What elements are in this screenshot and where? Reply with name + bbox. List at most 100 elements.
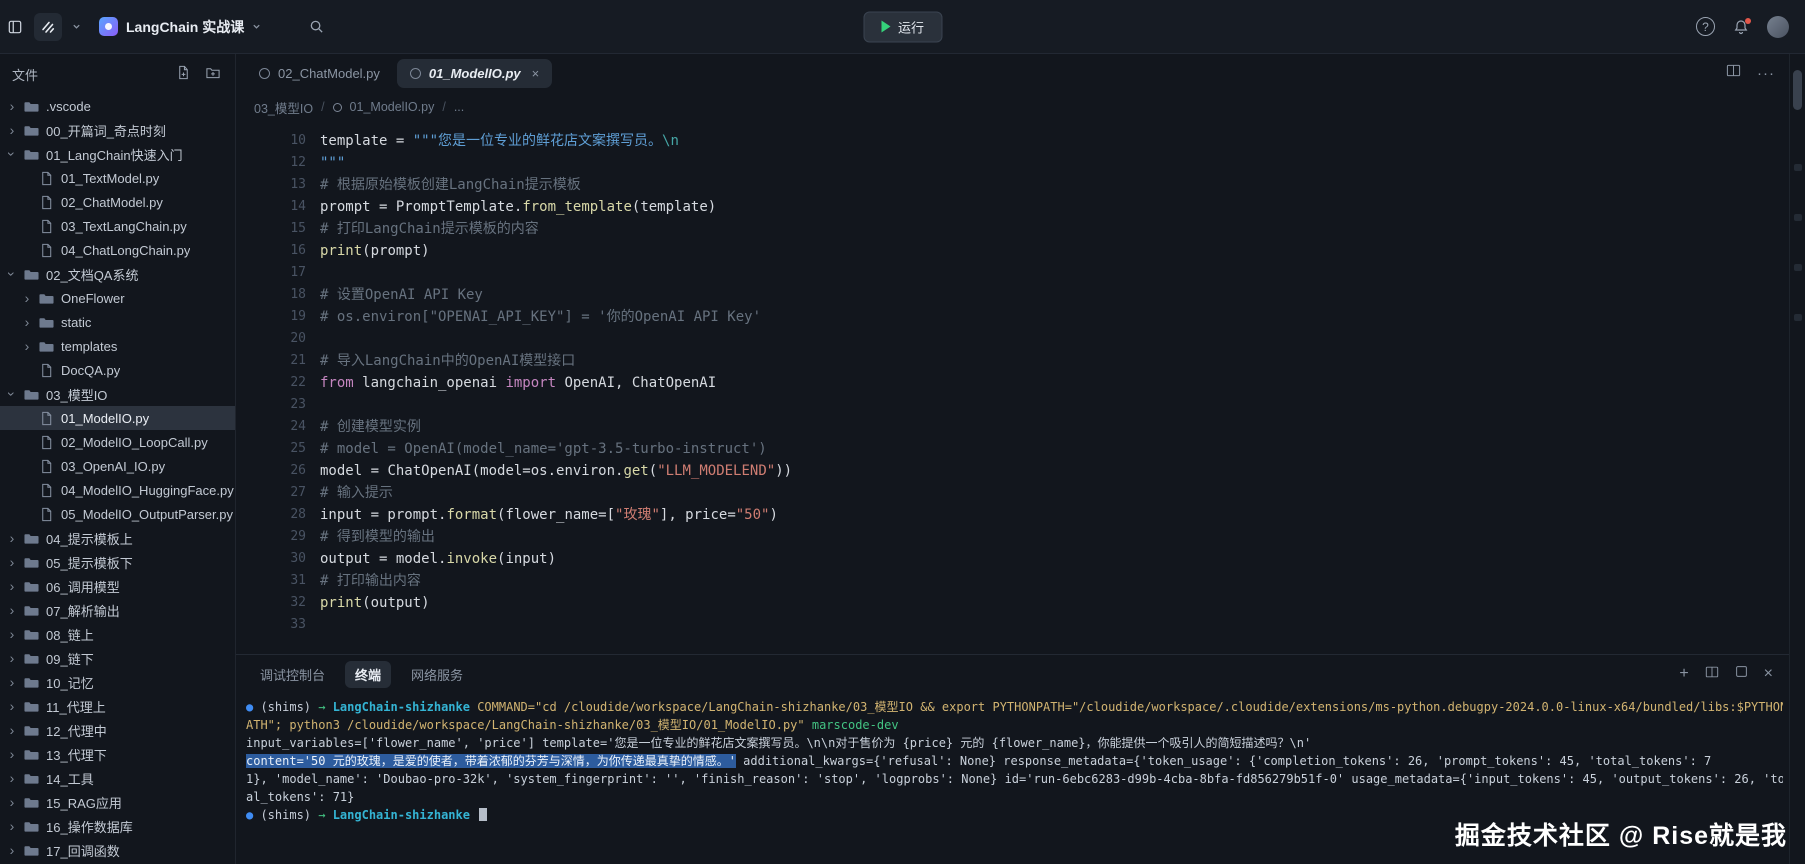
code-line-33[interactable]: 33: [236, 614, 1789, 636]
close-panel-icon[interactable]: ×: [1764, 666, 1773, 682]
search-icon[interactable]: [309, 19, 324, 34]
chevron-right-icon[interactable]: ›: [21, 315, 33, 329]
code-line-26[interactable]: 26model = ChatOpenAI(model=os.environ.ge…: [236, 460, 1789, 482]
tree-file-02_ModelIO_LoopCall.py[interactable]: ›02_ModelIO_LoopCall.py: [0, 430, 235, 454]
code-line-30[interactable]: 30output = model.invoke(input): [236, 548, 1789, 570]
tree-folder-.vscode[interactable]: ›.vscode: [0, 94, 235, 118]
code-line-12[interactable]: 12""": [236, 152, 1789, 174]
tree-folder-05_提示模板下[interactable]: ›05_提示模板下: [0, 550, 235, 574]
tree-folder-10_记忆[interactable]: ›10_记忆: [0, 670, 235, 694]
close-icon[interactable]: ×: [532, 66, 540, 81]
code-line-15[interactable]: 15# 打印LangChain提示模板的内容: [236, 218, 1789, 240]
tree-folder-17_回调函数[interactable]: ›17_回调函数: [0, 838, 235, 862]
chevron-right-icon[interactable]: ›: [6, 603, 18, 617]
breadcrumb-more[interactable]: ...: [454, 100, 464, 114]
code-line-32[interactable]: 32print(output): [236, 592, 1789, 614]
code-line-20[interactable]: 20: [236, 328, 1789, 350]
chevron-right-icon[interactable]: ›: [21, 339, 33, 353]
chevron-right-icon[interactable]: ›: [6, 555, 18, 569]
notifications-icon[interactable]: [1733, 19, 1749, 35]
chevron-right-icon[interactable]: ›: [6, 819, 18, 833]
tree-folder-00_开篇词_奇点时刻[interactable]: ›00_开篇词_奇点时刻: [0, 118, 235, 142]
tree-folder-12_代理中[interactable]: ›12_代理中: [0, 718, 235, 742]
tree-folder-08_链上[interactable]: ›08_链上: [0, 622, 235, 646]
chevron-right-icon[interactable]: ›: [6, 651, 18, 665]
workbench-icon[interactable]: [8, 20, 22, 34]
chevron-right-icon[interactable]: ›: [6, 795, 18, 809]
tree-folder-11_代理上[interactable]: ›11_代理上: [0, 694, 235, 718]
tree-folder-03_模型IO[interactable]: ›03_模型IO: [0, 382, 235, 406]
split-editor-icon[interactable]: [1726, 63, 1741, 83]
code-line-29[interactable]: 29# 得到模型的输出: [236, 526, 1789, 548]
help-icon[interactable]: ?: [1696, 17, 1715, 36]
new-folder-icon[interactable]: [205, 65, 221, 83]
tree-file-DocQA.py[interactable]: ›DocQA.py: [0, 358, 235, 382]
tree-file-03_OpenAI_IO.py[interactable]: ›03_OpenAI_IO.py: [0, 454, 235, 478]
tree-file-02_ChatModel.py[interactable]: ›02_ChatModel.py: [0, 190, 235, 214]
chevron-right-icon[interactable]: ›: [6, 843, 18, 857]
chevron-right-icon[interactable]: ›: [6, 627, 18, 641]
chevron-right-icon[interactable]: ›: [6, 531, 18, 545]
chevron-down-icon[interactable]: [72, 22, 81, 31]
chevron-right-icon[interactable]: ›: [6, 771, 18, 785]
tree-folder-14_工具[interactable]: ›14_工具: [0, 766, 235, 790]
workspace-switcher[interactable]: LangChain 实战课: [91, 13, 269, 41]
editor-tab-02_ChatModel.py[interactable]: 02_ChatModel.py: [246, 59, 393, 88]
panel-tab-网络服务[interactable]: 网络服务: [401, 661, 473, 688]
chevron-right-icon[interactable]: ›: [6, 123, 18, 137]
breadcrumb-file[interactable]: 01_ModelIO.py: [350, 100, 435, 114]
tree-folder-04_提示模板上[interactable]: ›04_提示模板上: [0, 526, 235, 550]
file-tree[interactable]: ›.vscode›00_开篇词_奇点时刻›01_LangChain快速入门›01…: [0, 94, 235, 864]
new-terminal-icon[interactable]: +: [1679, 666, 1688, 682]
code-line-21[interactable]: 21# 导入LangChain中的OpenAI模型接口: [236, 350, 1789, 372]
code-line-22[interactable]: 22from langchain_openai import OpenAI, C…: [236, 372, 1789, 394]
chevron-down-icon[interactable]: ›: [5, 388, 19, 400]
chevron-right-icon[interactable]: ›: [6, 99, 18, 113]
run-button[interactable]: 运行: [863, 11, 942, 42]
code-line-23[interactable]: 23: [236, 394, 1789, 416]
tree-file-04_ChatLongChain.py[interactable]: ›04_ChatLongChain.py: [0, 238, 235, 262]
tree-file-03_TextLangChain.py[interactable]: ›03_TextLangChain.py: [0, 214, 235, 238]
code-line-25[interactable]: 25# model = OpenAI(model_name='gpt-3.5-t…: [236, 438, 1789, 460]
tree-folder-06_调用模型[interactable]: ›06_调用模型: [0, 574, 235, 598]
panel-tab-调试控制台[interactable]: 调试控制台: [250, 661, 335, 688]
code-line-19[interactable]: 19# os.environ["OPENAI_API_KEY"] = '你的Op…: [236, 306, 1789, 328]
code-line-17[interactable]: 17: [236, 262, 1789, 284]
code-line-16[interactable]: 16print(prompt): [236, 240, 1789, 262]
tree-file-01_TextModel.py[interactable]: ›01_TextModel.py: [0, 166, 235, 190]
chevron-right-icon[interactable]: ›: [6, 579, 18, 593]
app-logo[interactable]: [34, 13, 62, 41]
tree-folder-01_LangChain快速入门[interactable]: ›01_LangChain快速入门: [0, 142, 235, 166]
chevron-right-icon[interactable]: ›: [6, 723, 18, 737]
chevron-right-icon[interactable]: ›: [6, 699, 18, 713]
code-editor[interactable]: 10template = """您是一位专业的鲜花店文案撰写员。\n12"""1…: [236, 122, 1789, 654]
code-line-27[interactable]: 27# 输入提示: [236, 482, 1789, 504]
tree-folder-13_代理下[interactable]: ›13_代理下: [0, 742, 235, 766]
code-line-24[interactable]: 24# 创建模型实例: [236, 416, 1789, 438]
tree-folder-07_解析输出[interactable]: ›07_解析输出: [0, 598, 235, 622]
chevron-right-icon[interactable]: ›: [6, 747, 18, 761]
breadcrumb-folder[interactable]: 03_模型IO: [254, 98, 313, 117]
tree-file-01_ModelIO.py[interactable]: ›01_ModelIO.py: [0, 406, 235, 430]
tree-folder-OneFlower[interactable]: ›OneFlower: [0, 286, 235, 310]
tree-folder-templates[interactable]: ›templates: [0, 334, 235, 358]
code-line-31[interactable]: 31# 打印输出内容: [236, 570, 1789, 592]
code-line-10[interactable]: 10template = """您是一位专业的鲜花店文案撰写员。\n: [236, 130, 1789, 152]
tree-file-04_ModelIO_HuggingFace.py[interactable]: ›04_ModelIO_HuggingFace.py: [0, 478, 235, 502]
split-terminal-icon[interactable]: [1705, 665, 1719, 684]
code-line-14[interactable]: 14prompt = PromptTemplate.from_template(…: [236, 196, 1789, 218]
code-line-13[interactable]: 13# 根据原始模板创建LangChain提示模板: [236, 174, 1789, 196]
code-line-18[interactable]: 18# 设置OpenAI API Key: [236, 284, 1789, 306]
maximize-panel-icon[interactable]: [1735, 665, 1748, 683]
more-actions-icon[interactable]: ···: [1757, 65, 1775, 82]
chevron-down-icon[interactable]: ›: [5, 268, 19, 280]
chevron-right-icon[interactable]: ›: [21, 291, 33, 305]
panel-tab-终端[interactable]: 终端: [345, 661, 391, 688]
editor-tab-01_ModelIO.py[interactable]: 01_ModelIO.py×: [397, 59, 552, 88]
tree-folder-16_操作数据库[interactable]: ›16_操作数据库: [0, 814, 235, 838]
tree-folder-static[interactable]: ›static: [0, 310, 235, 334]
tree-folder-15_RAG应用[interactable]: ›15_RAG应用: [0, 790, 235, 814]
scrollbar[interactable]: [1793, 70, 1802, 110]
new-file-icon[interactable]: [176, 65, 191, 83]
chevron-down-icon[interactable]: ›: [5, 148, 19, 160]
